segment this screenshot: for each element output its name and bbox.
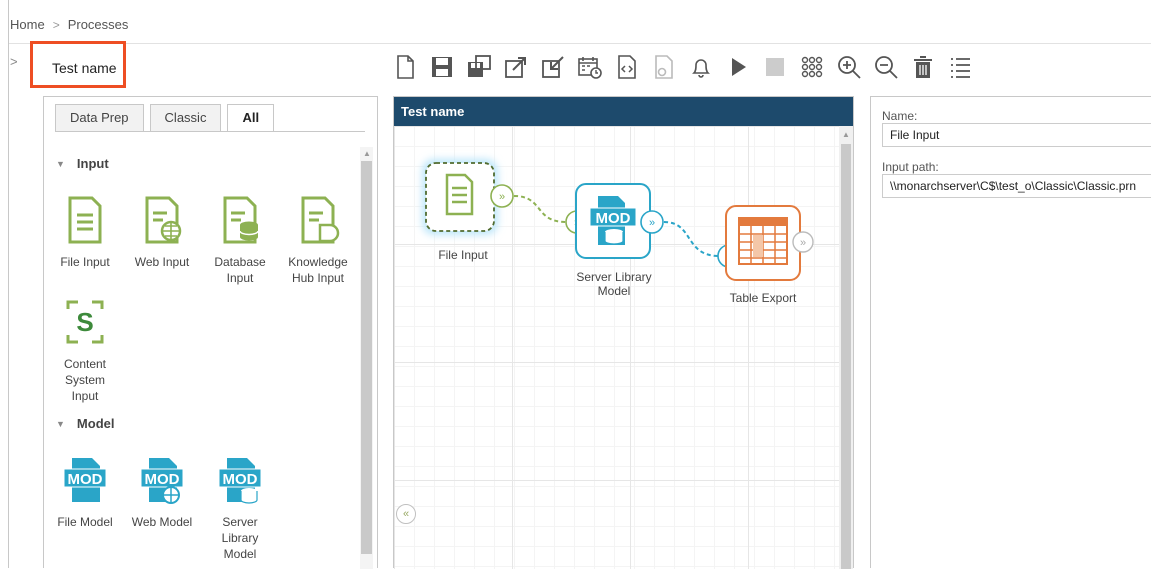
node-label-server-library-model[interactable]: Server Library Model — [570, 270, 658, 298]
process-flow-diagram: » » MOD » › » — [422, 159, 814, 281]
section-model-header[interactable]: ▼ Model — [56, 416, 114, 431]
svg-text:MOD: MOD — [223, 471, 258, 488]
properties-panel: Name: File Input Input path: \\monarchse… — [870, 96, 1151, 568]
breadcrumb-home[interactable]: Home — [10, 17, 45, 32]
collapse-caret-icon[interactable]: ▼ — [56, 419, 65, 429]
palette-item-web-model[interactable]: MOD Web Model — [123, 455, 201, 530]
item-label: Web Input — [134, 255, 190, 269]
file-model-icon: MOD — [63, 458, 107, 502]
process-title[interactable]: Test name — [52, 60, 117, 76]
tab-data-prep[interactable]: Data Prep — [55, 104, 144, 131]
web-input-icon — [145, 196, 182, 244]
svg-text:»: » — [499, 191, 505, 203]
connector-line — [663, 221, 720, 257]
tab-classic[interactable]: Classic — [149, 104, 222, 131]
toolbar — [390, 50, 975, 84]
zoom-in-icon[interactable] — [834, 51, 864, 83]
notification-bell-icon[interactable] — [686, 51, 716, 83]
svg-text:S: S — [76, 307, 93, 337]
item-label: Web Model — [131, 515, 193, 529]
palette-scrollbar[interactable]: ▲ — [360, 147, 373, 569]
tab-all[interactable]: All — [227, 104, 275, 132]
delete-icon[interactable] — [908, 51, 938, 83]
node-label-file-input[interactable]: File Input — [428, 248, 498, 262]
svg-text:MOD: MOD — [596, 210, 631, 227]
item-label: Content System Input — [63, 357, 107, 403]
collapse-caret-icon[interactable]: ▼ — [56, 159, 65, 169]
item-label: File Input — [60, 255, 110, 269]
svg-text:»: » — [800, 237, 806, 249]
node-label-table-export[interactable]: Table Export — [720, 291, 806, 305]
palette-item-content-system-input[interactable]: S Content System Input — [46, 297, 124, 404]
scroll-up-icon[interactable]: ▲ — [363, 149, 371, 158]
scroll-up-icon[interactable]: ▲ — [842, 130, 850, 139]
knowledge-hub-input-icon — [301, 196, 340, 244]
palette-item-server-library-model[interactable]: MOD Server Library Model — [201, 455, 279, 562]
web-model-icon: MOD — [140, 458, 184, 504]
settings-document-icon[interactable] — [649, 51, 679, 83]
new-document-icon[interactable] — [390, 51, 420, 83]
palette-item-file-model[interactable]: MOD File Model — [46, 455, 124, 530]
grid-icon[interactable] — [797, 51, 827, 83]
item-label: File Model — [57, 515, 113, 529]
node-palette: Data Prep Classic All ▼ Input File Input… — [43, 96, 378, 569]
canvas-title: Test name — [394, 97, 853, 126]
connector-line — [513, 195, 567, 223]
export-icon[interactable] — [501, 51, 531, 83]
import-icon[interactable] — [538, 51, 568, 83]
stop-icon[interactable] — [760, 51, 790, 83]
input-path-field[interactable]: \\monarchserver\C$\test_o\Classic\Classi… — [882, 174, 1151, 198]
palette-item-web-input[interactable]: Web Input — [123, 195, 201, 270]
run-icon[interactable] — [723, 51, 753, 83]
server-library-model-icon: MOD — [218, 458, 262, 504]
name-label: Name: — [882, 109, 918, 123]
item-label: Knowledge Hub Input — [288, 255, 348, 285]
palette-tabs: Data Prep Classic All — [55, 104, 275, 132]
name-field[interactable]: File Input — [882, 123, 1151, 147]
schedule-icon[interactable] — [575, 51, 605, 83]
svg-text:»: » — [649, 217, 655, 229]
palette-item-database-input[interactable]: Database Input — [201, 195, 279, 286]
svg-text:MOD: MOD — [145, 471, 180, 488]
section-title: Model — [76, 416, 115, 431]
save-icon[interactable] — [427, 51, 457, 83]
zoom-out-icon[interactable] — [871, 51, 901, 83]
sidebar-expand-icon[interactable]: > — [10, 54, 18, 69]
item-label: Server Library Model — [221, 515, 259, 561]
breadcrumb-current[interactable]: Processes — [68, 17, 129, 32]
scrollbar-thumb[interactable] — [361, 161, 372, 554]
process-canvas: Test name » » MOD » — [393, 96, 854, 569]
script-icon[interactable] — [612, 51, 642, 83]
palette-item-knowledge-hub-input[interactable]: Knowledge Hub Input — [279, 195, 357, 286]
breadcrumb-separator: > — [52, 17, 60, 32]
svg-text:MOD: MOD — [68, 471, 103, 488]
breadcrumb: Home > Processes — [10, 17, 128, 32]
canvas-scrollbar[interactable]: ▲ — [839, 126, 853, 569]
canvas-grid[interactable]: » » MOD » › » File Input Server Library … — [394, 126, 840, 569]
database-input-icon — [223, 196, 259, 244]
file-input-icon — [68, 196, 102, 244]
section-title: Input — [76, 156, 109, 171]
expand-minimap-icon[interactable]: « — [396, 504, 416, 524]
section-input-header[interactable]: ▼ Input — [56, 156, 109, 171]
palette-item-file-input[interactable]: File Input — [46, 195, 124, 270]
item-label: Database Input — [214, 255, 266, 285]
tab-divider — [55, 131, 365, 132]
content-system-input-icon: S — [66, 300, 104, 344]
input-path-label: Input path: — [882, 160, 939, 174]
save-as-icon[interactable] — [464, 51, 494, 83]
scrollbar-thumb[interactable] — [841, 144, 851, 569]
header-divider — [9, 43, 1151, 44]
list-icon[interactable] — [945, 51, 975, 83]
